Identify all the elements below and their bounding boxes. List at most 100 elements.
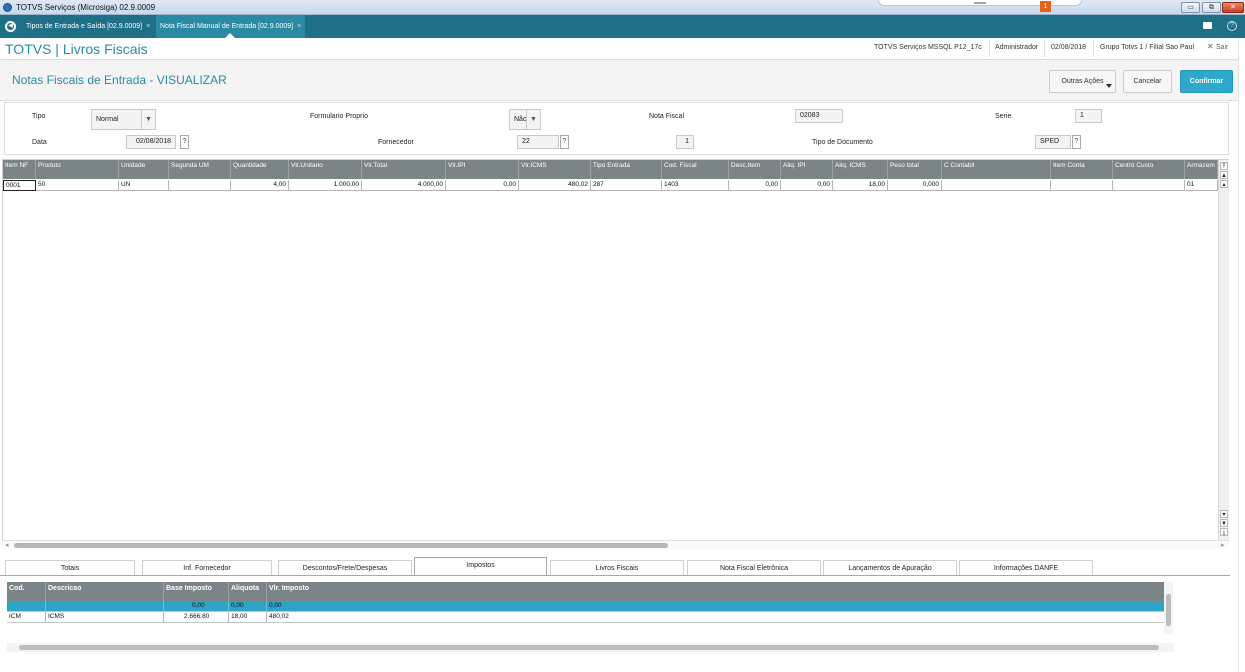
tab-tipos-entrada[interactable]: Tipos de Entrada e Saída [02.9.0009] × — [22, 15, 154, 38]
column-header[interactable]: Vlr. Imposto — [267, 582, 1164, 601]
column-header[interactable]: Cod. — [7, 582, 46, 601]
scrollbar-thumb[interactable] — [1166, 594, 1171, 626]
column-header[interactable]: Peso total — [888, 160, 942, 179]
tab-nota-fiscal-eletronica[interactable]: Nota Fiscal Eletrônica — [687, 560, 821, 576]
table-cell[interactable]: 0,00 — [229, 601, 267, 612]
fornecedor-lookup-icon[interactable]: ? — [560, 135, 569, 149]
table-cell[interactable]: ICM — [7, 612, 46, 623]
tab-totais[interactable]: Totais — [5, 560, 135, 576]
close-window-button[interactable]: ✕ — [1222, 2, 1244, 13]
column-header[interactable]: Vlr.ICMS — [519, 160, 591, 179]
table-cell[interactable] — [942, 180, 1051, 191]
minimize-button[interactable]: ▭ — [1181, 2, 1200, 13]
column-header[interactable]: Quantidade — [231, 160, 289, 179]
fornecedor-field[interactable]: 22 — [517, 135, 559, 149]
scroll-bottom-icon[interactable]: ⤓ — [1220, 528, 1228, 536]
table-cell[interactable]: 01 — [1185, 180, 1218, 191]
tab-lancamentos-apuracao[interactable]: Lançamentos de Apuração — [823, 560, 957, 576]
close-tab-icon[interactable]: × — [297, 23, 301, 30]
column-header[interactable]: Vlr.IPI — [446, 160, 519, 179]
column-header[interactable]: Tipo Entrada — [591, 160, 662, 179]
more-actions-button[interactable]: Outras Ações — [1049, 70, 1116, 93]
table-cell[interactable]: UN — [119, 180, 169, 191]
grid-vertical-scrollbar[interactable]: ⤒ ▲ ▴ ▾ ▼ ⤓ — [1218, 160, 1229, 548]
table-cell[interactable]: 4.000,00 — [362, 180, 446, 191]
table-cell[interactable] — [46, 601, 164, 612]
tipo-select[interactable]: Normal ▼ — [91, 109, 156, 130]
column-header[interactable]: Centro Custo — [1113, 160, 1185, 179]
data-field[interactable]: 02/08/2018 — [126, 135, 176, 149]
help-icon[interactable]: ? — [1227, 21, 1237, 31]
table-cell[interactable]: 0,000 — [888, 180, 942, 191]
loja-field[interactable]: 1 — [676, 135, 694, 149]
notification-badge[interactable]: 1 — [1040, 1, 1051, 12]
home-icon[interactable]: ◀ — [5, 21, 16, 32]
table-cell[interactable] — [1051, 180, 1113, 191]
date-picker-icon[interactable]: ? — [180, 135, 189, 149]
table-cell[interactable]: 0,00 — [164, 601, 229, 612]
column-header[interactable]: Aliq. ICMS — [833, 160, 888, 179]
column-header[interactable]: C Contabil — [942, 160, 1051, 179]
scroll-down-icon[interactable]: ▾ — [1220, 510, 1228, 518]
table-cell[interactable]: 480,02 — [267, 612, 1164, 623]
scrollbar-thumb[interactable] — [14, 543, 668, 548]
taxes-vertical-scrollbar[interactable] — [1164, 582, 1173, 634]
table-row[interactable]: ICM ICMS 2.666,80 18,00 480,02 — [7, 612, 1164, 623]
scrollbar-thumb[interactable] — [19, 645, 1159, 650]
table-cell[interactable] — [169, 180, 231, 191]
column-header[interactable]: Aliquota — [229, 582, 267, 601]
table-cell[interactable]: 0,00 — [446, 180, 519, 191]
table-cell[interactable]: 480,02 — [519, 180, 591, 191]
taxes-horizontal-scrollbar[interactable] — [7, 643, 1174, 652]
tab-informacoes-danfe[interactable]: Informações DANFE — [959, 560, 1093, 576]
column-header[interactable]: Unidade — [119, 160, 169, 179]
column-header[interactable]: Descricao — [46, 582, 164, 601]
column-header[interactable]: Vlr.Total — [362, 160, 446, 179]
table-cell[interactable]: 18,00 — [833, 180, 888, 191]
scroll-page-down-icon[interactable]: ▼ — [1220, 519, 1228, 527]
column-header[interactable]: Armazem — [1185, 160, 1218, 179]
table-cell[interactable] — [7, 601, 46, 612]
tab-livros-fiscais[interactable]: Livros Fiscais — [550, 560, 684, 576]
tipodoc-field[interactable]: SPED — [1035, 135, 1071, 149]
column-header[interactable]: Segunda UM — [169, 160, 231, 179]
title-handle[interactable] — [878, 0, 1082, 6]
mail-icon[interactable] — [1203, 22, 1212, 29]
table-cell[interactable]: 287 — [591, 180, 662, 191]
column-header[interactable]: Produto — [36, 160, 119, 179]
column-header[interactable]: Base Imposto — [164, 582, 229, 601]
table-cell[interactable]: 1.000,00 — [289, 180, 362, 191]
scroll-top-icon[interactable]: ⤒ — [1220, 162, 1228, 170]
table-cell[interactable]: 18,00 — [229, 612, 267, 623]
table-cell[interactable]: 2.666,80 — [164, 612, 229, 623]
close-tab-icon[interactable]: × — [146, 23, 150, 30]
column-header[interactable]: Desc.Item — [729, 160, 781, 179]
table-row[interactable]: 0001 50 UN 4,00 1.000,00 4.000,00 0,00 4… — [3, 180, 1218, 191]
column-header[interactable]: Item NF — [3, 160, 36, 179]
table-row[interactable]: 0,00 0,00 0,00 — [7, 601, 1164, 612]
restore-button[interactable]: ⧉ — [1202, 2, 1221, 13]
tipodoc-lookup-icon[interactable]: ? — [1072, 135, 1081, 149]
grid-horizontal-scrollbar[interactable]: ◂ ▸ — [2, 540, 1229, 549]
table-cell[interactable]: 0,00 — [729, 180, 781, 191]
scroll-up-icon[interactable]: ▴ — [1220, 180, 1228, 188]
tab-descontos[interactable]: Descontos/Frete/Despesas — [278, 560, 412, 576]
table-cell[interactable]: 50 — [36, 180, 119, 191]
exit-button[interactable]: ✕ Sair — [1207, 42, 1228, 51]
confirm-button[interactable]: Confirmar — [1180, 70, 1233, 93]
table-cell[interactable]: ICMS — [46, 612, 164, 623]
table-cell[interactable]: 4,00 — [231, 180, 289, 191]
table-cell[interactable] — [1113, 180, 1185, 191]
table-cell[interactable]: 0001 — [3, 180, 36, 191]
serie-field[interactable]: 1 — [1075, 109, 1102, 123]
formulario-select[interactable]: Não ▼ — [509, 109, 541, 130]
column-header[interactable]: Aliq. IPI — [781, 160, 833, 179]
scroll-right-icon[interactable]: ▸ — [1221, 541, 1225, 549]
column-header[interactable]: Item Conta — [1051, 160, 1113, 179]
nota-field[interactable]: 02083 — [795, 109, 843, 123]
table-cell[interactable]: 0,00 — [267, 601, 1164, 612]
cancel-button[interactable]: Cancelar — [1123, 70, 1172, 93]
table-cell[interactable]: 1403 — [662, 180, 729, 191]
column-header[interactable]: Cod. Fiscal — [662, 160, 729, 179]
column-header[interactable]: Vlr.Unitario — [289, 160, 362, 179]
